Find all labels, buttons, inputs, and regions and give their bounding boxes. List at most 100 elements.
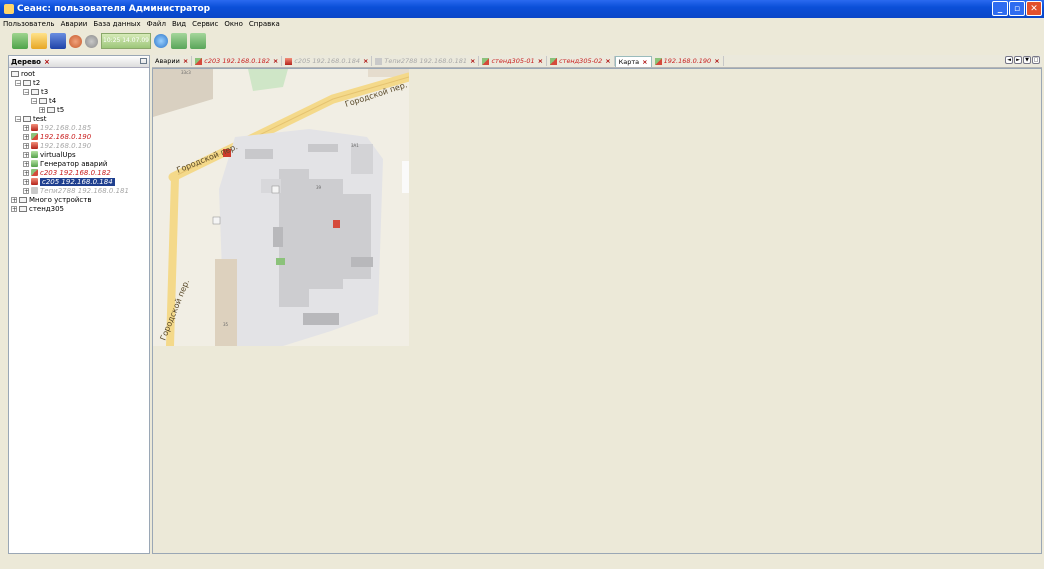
map-device-marker[interactable]: [276, 258, 285, 265]
expand-icon[interactable]: +: [11, 196, 17, 203]
window-title-bar[interactable]: Сеанс: пользователя Администратор _ ▫ ✕: [0, 0, 1044, 18]
device-alarm-icon: [285, 57, 293, 65]
expand-icon[interactable]: +: [23, 160, 29, 167]
tab-scroll-right-icon[interactable]: ►: [1014, 56, 1022, 64]
devices-icon[interactable]: [12, 33, 28, 49]
tree-item[interactable]: + virtualUps: [23, 150, 76, 159]
collapse-icon[interactable]: −: [23, 88, 29, 95]
menu-user[interactable]: Пользователь: [0, 20, 58, 28]
tab-stend305-02[interactable]: стенд305-02 ×: [547, 56, 615, 66]
tree-item[interactable]: + c203 192.168.0.182: [23, 168, 111, 177]
device-alarm-icon: [31, 142, 38, 149]
folder-icon: [19, 196, 27, 203]
expand-icon[interactable]: +: [23, 187, 29, 194]
tree-tab-close-icon[interactable]: ×: [44, 58, 50, 66]
tab-list-icon[interactable]: ▼: [1023, 56, 1031, 64]
tree-item[interactable]: + 192.168.0.185: [23, 123, 91, 132]
tree-item[interactable]: + Генератор аварий: [23, 159, 107, 168]
collapse-icon[interactable]: −: [15, 79, 21, 86]
map-device-marker[interactable]: [271, 185, 280, 194]
tab-close-icon[interactable]: ×: [714, 57, 719, 65]
tree-item[interactable]: − test: [15, 114, 46, 123]
expand-icon[interactable]: +: [39, 106, 45, 113]
tree-item[interactable]: − t3: [23, 87, 48, 96]
expand-icon[interactable]: +: [23, 124, 29, 131]
tab-label: c203 192.168.0.182: [204, 57, 270, 65]
tab-close-icon[interactable]: ×: [470, 57, 475, 65]
map-canvas[interactable]: Городской пер. Городской пер. Городской …: [153, 69, 409, 346]
tab-close-icon[interactable]: ×: [363, 57, 368, 65]
globe-icon[interactable]: [154, 34, 168, 48]
tree-item[interactable]: + 192.168.0.190: [23, 141, 91, 150]
tab-map[interactable]: Карта ×: [614, 55, 652, 67]
tab-label: Карта: [618, 57, 640, 66]
menu-database[interactable]: База данных: [90, 20, 143, 28]
tab-maximize-icon[interactable]: □: [1032, 56, 1040, 64]
collapse-icon[interactable]: −: [31, 97, 37, 104]
menu-file[interactable]: Файл: [144, 20, 169, 28]
tab-tepi2788[interactable]: Тепи2788 192.168.0.181 ×: [372, 56, 480, 66]
minimize-button[interactable]: _: [992, 1, 1008, 16]
tree-item-label: 192.168.0.190: [40, 141, 92, 150]
map-device-marker[interactable]: [212, 216, 221, 225]
tab-label: стенд305-01: [491, 57, 535, 65]
menu-view[interactable]: Вид: [169, 20, 189, 28]
device-alarm-icon: [31, 178, 38, 185]
tree-item[interactable]: − t2: [15, 78, 40, 87]
tab-c205[interactable]: c205 192.168.0.184 ×: [282, 56, 373, 66]
tree-tab-label[interactable]: Дерево: [11, 58, 41, 66]
map-device-marker[interactable]: [333, 220, 340, 228]
redo-icon[interactable]: [85, 34, 98, 48]
tree-item[interactable]: root: [11, 69, 35, 78]
expand-icon[interactable]: +: [23, 133, 29, 140]
house-number: 3А1: [351, 143, 359, 148]
save-icon[interactable]: [50, 33, 66, 49]
folder-icon: [19, 205, 27, 212]
tab-close-icon[interactable]: ×: [538, 57, 543, 65]
tree-item-selected[interactable]: + c205 192.168.0.184: [23, 177, 115, 186]
menu-help[interactable]: Справка: [246, 20, 283, 28]
tree-item[interactable]: + Много устройств: [11, 195, 91, 204]
tree-item-label: c203 192.168.0.182: [40, 168, 111, 177]
tree-item[interactable]: − t4: [31, 96, 56, 105]
expand-icon[interactable]: +: [11, 205, 17, 212]
tab-label: c205 192.168.0.184: [294, 57, 360, 65]
expand-icon[interactable]: +: [23, 169, 29, 176]
folder-icon: [23, 115, 31, 122]
tab-close-icon[interactable]: ×: [605, 57, 610, 65]
panel-minimize-icon[interactable]: [140, 58, 147, 64]
tree-item[interactable]: + стенд305: [11, 204, 64, 213]
close-button[interactable]: ✕: [1026, 1, 1042, 16]
tab-192-168-0-190[interactable]: 192.168.0.190 ×: [652, 56, 724, 66]
menu-service[interactable]: Сервис: [189, 20, 221, 28]
expand-icon[interactable]: +: [23, 151, 29, 158]
tab-label: Тепи2788 192.168.0.181: [384, 57, 468, 65]
tab-alarms[interactable]: Аварии ×: [152, 56, 193, 66]
tab-stend305-01[interactable]: стенд305-01 ×: [479, 56, 548, 66]
tree-item-label: t5: [57, 105, 65, 114]
menu-window[interactable]: Окно: [221, 20, 246, 28]
windows-tile-icon[interactable]: [190, 33, 206, 49]
undo-icon[interactable]: [69, 34, 82, 48]
tree-item[interactable]: + Тепи2788 192.168.0.181: [23, 186, 129, 195]
expand-icon[interactable]: +: [23, 142, 29, 149]
windows-cascade-icon[interactable]: [171, 33, 187, 49]
expand-icon[interactable]: +: [23, 178, 29, 185]
maximize-button[interactable]: ▫: [1009, 1, 1025, 16]
tab-navigation: ◄ ► ▼ □: [1005, 56, 1040, 64]
tab-scroll-left-icon[interactable]: ◄: [1005, 56, 1013, 64]
folder-icon: [39, 97, 47, 104]
menu-alarms[interactable]: Аварии: [58, 20, 91, 28]
tab-close-icon[interactable]: ×: [183, 57, 188, 65]
tab-c203[interactable]: c203 192.168.0.182 ×: [192, 56, 283, 66]
map-view[interactable]: Городской пер. Городской пер. Городской …: [153, 69, 409, 346]
tree-item[interactable]: + t5: [39, 105, 64, 114]
open-folder-icon[interactable]: [31, 33, 47, 49]
device-offline-icon: [375, 57, 383, 65]
tree-item[interactable]: + 192.168.0.190: [23, 132, 91, 141]
tab-close-icon[interactable]: ×: [642, 58, 647, 66]
collapse-icon[interactable]: −: [15, 115, 21, 122]
tab-close-icon[interactable]: ×: [273, 57, 278, 65]
house-number: 35: [223, 322, 229, 327]
device-alarm-icon: [31, 124, 38, 131]
